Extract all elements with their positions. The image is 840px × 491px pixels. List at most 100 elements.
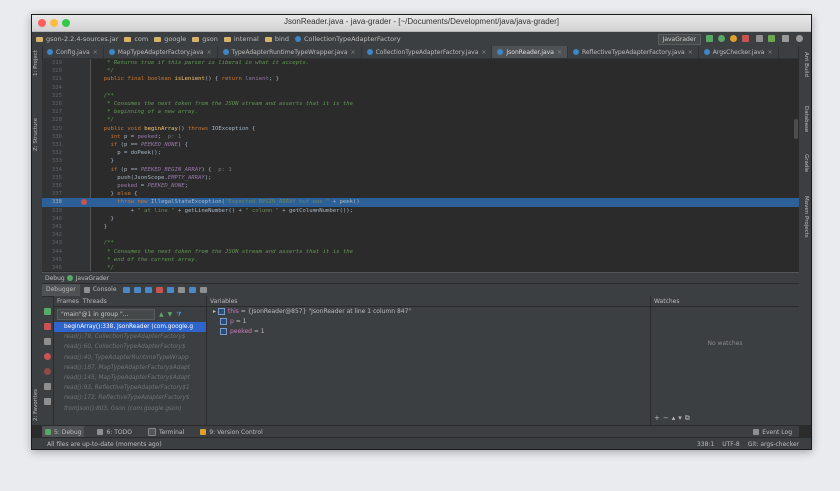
stack-frame[interactable]: read():93, ReflectiveTypeAdapterFactory$… (54, 383, 206, 393)
variable-row[interactable]: p = 1 (207, 317, 650, 327)
stack-frame[interactable]: read():172, ReflectiveTypeAdapterFactory… (54, 393, 206, 403)
breadcrumb-google[interactable]: google (154, 35, 186, 43)
breadcrumb-gson[interactable]: gson (192, 35, 218, 43)
add-watch-icon[interactable]: + (654, 414, 663, 422)
breadcrumb-class[interactable]: CollectionTypeAdapterFactory (295, 35, 401, 43)
filter-icon[interactable]: ⧩ (176, 311, 181, 319)
force-step-into-icon[interactable] (155, 287, 163, 293)
favorites-tool-tab[interactable]: 2: Favorites (33, 389, 39, 421)
vcs-update-icon[interactable] (756, 35, 763, 42)
stack-frame[interactable]: beginArray():338, JsonReader (com.google… (54, 322, 206, 333)
debug-icon[interactable] (718, 35, 725, 42)
structure-tool-tab[interactable]: Z: Structure (33, 118, 39, 151)
tab-type-adapter-runtime-wrapper[interactable]: TypeAdapterRuntimeTypeWrapper.java × (218, 46, 362, 58)
tab-collection-type-adapter-factory[interactable]: CollectionTypeAdapterFactory.java × (362, 46, 493, 58)
code-line[interactable]: 345 * end of the current array. (42, 256, 799, 264)
gradle-tool-tab[interactable]: Gradle (803, 154, 809, 172)
code-line[interactable]: 338 throw new IllegalStateException("Exp… (42, 198, 799, 207)
code-line[interactable]: 336 peeked = PEEKED_NONE; (42, 182, 799, 190)
vcs-branch[interactable]: Git: args-checker (748, 441, 799, 448)
threads-tab[interactable]: Threads (83, 298, 107, 305)
frames-tab[interactable]: Frames (57, 298, 79, 305)
ant-build-tool-tab[interactable]: Ant Build (803, 52, 809, 77)
code-line[interactable]: 342 (42, 231, 799, 239)
code-line[interactable]: 327 * beginning of a new array. (42, 108, 799, 116)
breadcrumb-bind[interactable]: bind (264, 35, 289, 43)
step-out-icon[interactable] (166, 287, 174, 293)
show-execution-point-icon[interactable] (122, 287, 130, 293)
tab-map-type-adapter-factory[interactable]: MapTypeAdapterFactory.java × (104, 46, 218, 58)
caret-position[interactable]: 338:1 (697, 441, 714, 448)
code-line[interactable]: 340 } (42, 215, 799, 223)
code-line[interactable]: 343 /** (42, 239, 799, 247)
editor-scrollbar[interactable] (794, 119, 798, 139)
tab-config[interactable]: Config.java × (42, 46, 104, 58)
code-line[interactable]: 341 } (42, 223, 799, 231)
variable-row[interactable]: ▸ this = {JsonReader@857} "JsonReader at… (207, 307, 650, 317)
thread-select[interactable]: "main"@1 in group "... (57, 309, 155, 320)
stack-frame[interactable]: read():145, MapTypeAdapterFactory$Adapt (54, 373, 206, 383)
run-icon[interactable] (706, 35, 713, 42)
code-line[interactable]: 320 */ (42, 67, 799, 75)
breadcrumb-com[interactable]: com (124, 35, 148, 43)
code-line[interactable]: 333 } (42, 157, 799, 165)
stack-frame[interactable]: read():60, CollectionTypeAdapterFactory$ (54, 342, 206, 352)
database-tool-tab[interactable]: Database (803, 106, 809, 132)
pause-icon[interactable] (44, 338, 51, 345)
vcs-commit-icon[interactable] (768, 35, 775, 42)
breadcrumb-internal[interactable]: internal (223, 35, 259, 43)
code-line[interactable]: 328 */ (42, 116, 799, 124)
code-line[interactable]: 344 * Consumes the next token from the J… (42, 248, 799, 256)
settings-icon[interactable] (44, 398, 51, 405)
code-line[interactable]: 337 } else { (42, 190, 799, 198)
tab-reflective-type-adapter-factory[interactable]: ReflectiveTypeAdapterFactory.java × (568, 46, 699, 58)
stack-frame[interactable]: fromJson():803, Gson (com.google.gson) (54, 404, 206, 414)
step-into-icon[interactable] (144, 287, 152, 293)
coverage-icon[interactable] (730, 35, 737, 42)
search-icon[interactable] (796, 35, 803, 42)
code-editor[interactable]: 319 * Returns true if this parser is lib… (42, 59, 799, 271)
maven-projects-tool-tab[interactable]: Maven Projects (803, 196, 809, 238)
close-tab-icon[interactable]: × (93, 49, 98, 56)
code-line[interactable]: 321 public final boolean isLenient() { r… (42, 75, 799, 83)
duplicate-icon[interactable]: ⧉ (685, 414, 693, 422)
code-line[interactable]: 326 * Consumes the next token from the J… (42, 100, 799, 108)
code-line[interactable]: 329 public void beginArray() throws IOEx… (42, 125, 799, 133)
close-tab-icon[interactable]: × (557, 49, 562, 56)
code-line[interactable]: 325 /** (42, 92, 799, 100)
remove-watch-icon[interactable]: − (663, 414, 672, 422)
stack-frame[interactable]: read():79, CollectionTypeAdapterFactory$ (54, 332, 206, 342)
get-thread-dump-icon[interactable] (44, 383, 51, 390)
run-configuration-select[interactable]: JavaGrader (657, 34, 701, 45)
tab-debugger[interactable]: Debugger (42, 284, 80, 296)
code-line[interactable]: 334 if (p == PEEKED_BEGIN_ARRAY) { p: 1 (42, 166, 799, 174)
stack-frame[interactable]: read():40, TypeAdapterRuntimeTypeWrapp (54, 353, 206, 363)
close-tab-icon[interactable]: × (207, 49, 212, 56)
settings-icon[interactable] (782, 35, 789, 42)
code-line[interactable]: 335 push(JsonScope.EMPTY_ARRAY); (42, 174, 799, 182)
code-line[interactable]: 331 if (p == PEEKED_NONE) { (42, 141, 799, 149)
breadcrumb-jar[interactable]: gson-2.2.4-sources.jar (36, 35, 118, 43)
close-tab-icon[interactable]: × (351, 49, 356, 56)
code-line[interactable]: 330 int p = peeked; p: 1 (42, 133, 799, 141)
close-tab-icon[interactable]: × (688, 49, 693, 56)
up-arrow-icon[interactable]: ▲ (159, 311, 164, 318)
file-encoding[interactable]: UTF-8 (722, 441, 740, 448)
run-to-cursor-icon[interactable] (188, 287, 196, 293)
variable-row[interactable]: peeked = 1 (207, 327, 650, 337)
breakpoint-icon[interactable] (81, 199, 87, 206)
stop-icon[interactable] (742, 35, 749, 42)
code-line[interactable]: 319 * Returns true if this parser is lib… (42, 59, 799, 67)
tab-console[interactable]: Console (80, 284, 121, 296)
code-line[interactable]: 324 (42, 84, 799, 92)
stop-debug-icon[interactable] (44, 323, 51, 330)
code-line[interactable]: 332 p = doPeek(); (42, 149, 799, 157)
down-arrow-icon[interactable]: ▼ (168, 311, 173, 318)
code-line[interactable]: 346 */ (42, 264, 799, 271)
stack-frame[interactable]: read():187, MapTypeAdapterFactory$Adapt (54, 363, 206, 373)
mute-breakpoints-icon[interactable] (44, 368, 51, 375)
evaluate-expression-icon[interactable] (199, 287, 207, 293)
step-over-icon[interactable] (133, 287, 141, 293)
code-line[interactable]: 339 + " at line " + getLineNumber() + " … (42, 207, 799, 215)
close-tab-icon[interactable]: × (767, 49, 772, 56)
